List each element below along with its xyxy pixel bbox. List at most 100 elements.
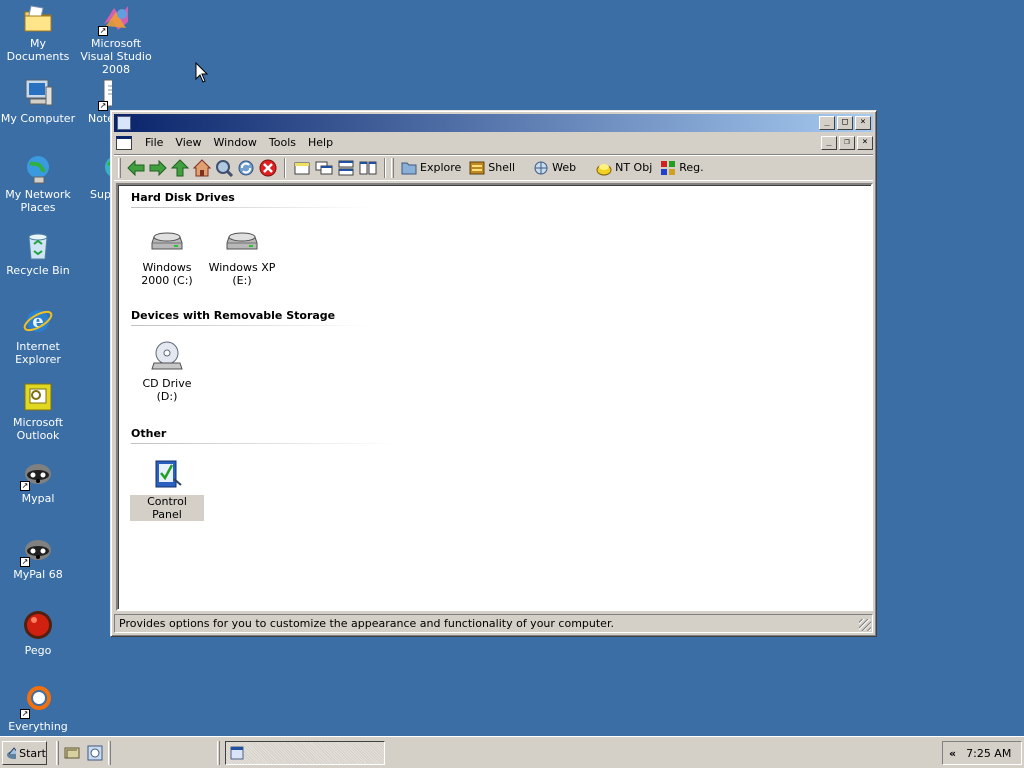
nt-obj-button[interactable]: NT Obj xyxy=(593,157,657,179)
stop-icon xyxy=(259,159,277,176)
menu-tools[interactable]: Tools xyxy=(263,136,302,149)
explore-button[interactable]: Explore xyxy=(398,157,466,179)
menu-window[interactable]: Window xyxy=(208,136,263,149)
desktop-icon-outlook[interactable]: Microsoft Outlook xyxy=(0,381,76,442)
desktop-icon-mypal[interactable]: ↗ Mypal xyxy=(0,457,76,505)
my-computer-icon xyxy=(22,77,54,109)
content-pane[interactable]: Hard Disk Drives Windows 2000 (C:) Windo… xyxy=(116,183,873,611)
tile-horizontal-button[interactable] xyxy=(335,157,357,179)
toolbar: Explore Shell Web NT Obj Reg. xyxy=(114,154,873,181)
drive-item-c[interactable]: Windows 2000 (C:) xyxy=(130,223,204,287)
desktop-icon-my-documents[interactable]: My Documents xyxy=(0,2,76,63)
toolbar-grip[interactable] xyxy=(118,157,121,178)
resize-grip[interactable] xyxy=(859,619,871,631)
drive-item-d[interactable]: CD Drive (D:) xyxy=(130,339,204,403)
status-text: Provides options for you to customize th… xyxy=(119,617,614,630)
control-panel-icon xyxy=(150,457,184,491)
hard-disk-icon xyxy=(225,223,259,257)
menu-help[interactable]: Help xyxy=(302,136,339,149)
desktop-icon-label: Everything xyxy=(8,720,68,733)
menu-file[interactable]: File xyxy=(139,136,169,149)
stop-button[interactable] xyxy=(257,157,279,179)
start-button[interactable]: Start xyxy=(2,741,47,765)
mdi-child-icon[interactable] xyxy=(116,135,132,150)
notepad-icon: ↗ xyxy=(98,77,112,111)
explorer-quicklaunch-icon[interactable] xyxy=(87,745,103,761)
show-desktop-icon[interactable] xyxy=(64,745,80,761)
system-tray: « 7:25 AM xyxy=(942,741,1022,765)
mouse-cursor-icon xyxy=(195,62,209,83)
internet-explorer-icon: e xyxy=(22,305,54,337)
drive-item-e[interactable]: Windows XP (E:) xyxy=(205,223,279,287)
menu-view[interactable]: View xyxy=(169,136,207,149)
shell-label: Shell xyxy=(488,161,516,174)
desktop-icon-super[interactable]: Supe xyxy=(78,153,112,201)
registry-button[interactable]: Reg. xyxy=(657,157,708,179)
control-panel-item[interactable]: Control Panel xyxy=(130,457,204,521)
shell-icon xyxy=(469,161,485,174)
back-button[interactable] xyxy=(125,157,147,179)
desktop-icon-network-places[interactable]: My Network Places xyxy=(0,153,76,214)
up-button[interactable] xyxy=(169,157,191,179)
mdi-close-button[interactable]: × xyxy=(857,135,873,150)
shortcut-arrow-icon: ↗ xyxy=(20,481,30,491)
tile-vertical-button[interactable] xyxy=(357,157,379,179)
mdi-minimize-button[interactable]: _ xyxy=(821,135,837,150)
toolbar-separator xyxy=(384,157,386,178)
window-titlebar[interactable]: _ □ × xyxy=(114,114,873,132)
desktop-icon-label: My Documents xyxy=(6,37,70,63)
back-arrow-icon xyxy=(127,159,145,176)
cascade-button[interactable] xyxy=(313,157,335,179)
maximize-button[interactable]: □ xyxy=(837,116,853,130)
hard-disk-icon xyxy=(150,223,184,257)
forward-button[interactable] xyxy=(147,157,169,179)
desktop-icon-label: My Computer xyxy=(0,112,76,125)
quicklaunch-separator xyxy=(108,741,111,765)
desktop-icon-label: Pego xyxy=(24,644,52,657)
desktop-icon-label: Internet Explorer xyxy=(15,340,61,366)
refresh-button[interactable] xyxy=(235,157,257,179)
nt-obj-icon xyxy=(596,163,612,175)
desktop-icon-internet-explorer[interactable]: e Internet Explorer xyxy=(0,305,76,366)
control-panel-label: Control Panel xyxy=(130,495,204,521)
shell-button[interactable]: Shell xyxy=(466,157,520,179)
drive-label-c: Windows 2000 (C:) xyxy=(141,261,193,287)
shortcut-arrow-icon: ↗ xyxy=(20,557,30,567)
desktop-icon-my-computer[interactable]: My Computer xyxy=(0,77,76,125)
nt-obj-label: NT Obj xyxy=(615,161,653,174)
magnifier-icon: ↗ xyxy=(20,685,54,719)
group-header-hard-disk-drives: Hard Disk Drives xyxy=(131,191,371,208)
registry-icon xyxy=(661,160,676,175)
raccoon-icon: ↗ xyxy=(20,533,54,567)
desktop-icon-mypal-68[interactable]: ↗ MyPal 68 xyxy=(0,533,76,581)
raccoon-icon: ↗ xyxy=(20,457,54,491)
home-button[interactable] xyxy=(191,157,213,179)
desktop-icon-notepad[interactable]: ↗ Note xyxy=(78,77,112,125)
taskbar-grip[interactable] xyxy=(217,741,220,765)
cd-drive-icon xyxy=(150,339,184,373)
desktop-icon-recycle-bin[interactable]: Recycle Bin xyxy=(0,229,76,277)
close-button[interactable]: × xyxy=(855,116,871,130)
quicklaunch-grip[interactable] xyxy=(56,741,59,765)
toolbar-grip[interactable] xyxy=(391,157,394,178)
tray-expand-chevron-icon[interactable]: « xyxy=(949,747,956,760)
new-folder-button[interactable] xyxy=(291,157,313,179)
taskbar: Start « 7:25 AM xyxy=(0,736,1024,768)
desktop-icon-pego[interactable]: Pego xyxy=(0,609,76,657)
window-app-icon[interactable] xyxy=(117,116,131,130)
mdi-restore-button[interactable]: ❐ xyxy=(839,135,855,150)
web-button[interactable]: Web xyxy=(530,157,581,179)
desktop-icon-everything[interactable]: ↗ Everything xyxy=(0,685,76,733)
explore-label: Explore xyxy=(420,161,462,174)
minimize-button[interactable]: _ xyxy=(819,116,835,130)
home-icon xyxy=(193,158,211,176)
desktop-icon-visual-studio[interactable]: ↗ Microsoft Visual Studio 2008 xyxy=(78,2,154,76)
explorer-window[interactable]: _ □ × File View Window Tools Help _ ❐ × xyxy=(110,110,877,637)
taskbar-window-button[interactable] xyxy=(225,741,385,765)
clock[interactable]: 7:25 AM xyxy=(966,747,1011,760)
status-bar: Provides options for you to customize th… xyxy=(114,614,873,633)
shortcut-arrow-icon: ↗ xyxy=(20,709,30,719)
visual-studio-icon: ↗ xyxy=(98,2,132,36)
outlook-icon xyxy=(22,381,54,413)
search-button[interactable] xyxy=(213,157,235,179)
